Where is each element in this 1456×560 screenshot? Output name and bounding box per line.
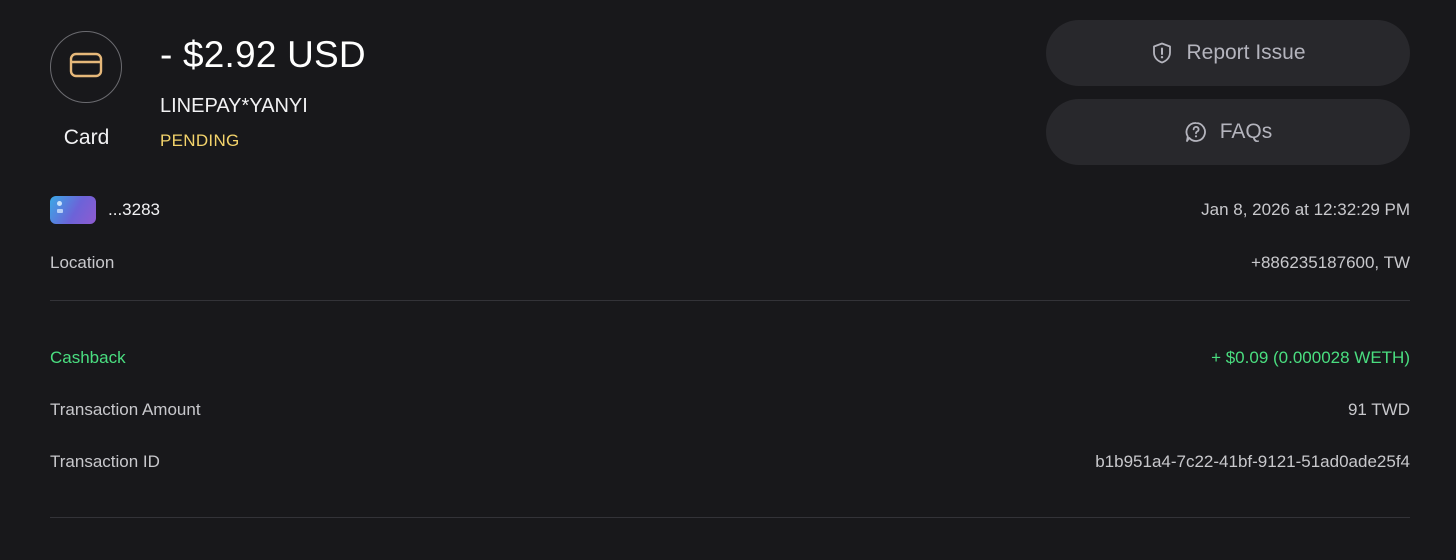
help-chat-icon — [1184, 120, 1208, 144]
cashback-value: + $0.09 (0.000028 WETH) — [1211, 348, 1410, 367]
transaction-type-avatar — [50, 31, 122, 103]
merchant-name: LINEPAY*YANYI — [160, 95, 308, 117]
transaction-id-value: b1b951a4-7c22-41bf-9121-51ad0ade25f4 — [1095, 452, 1410, 471]
transaction-amount: - $2.92 USD — [160, 34, 366, 75]
card-last4: ...3283 — [108, 200, 160, 219]
transaction-amount-row: Transaction Amount 91 TWD — [50, 397, 1410, 423]
cashback-row: Cashback + $0.09 (0.000028 WETH) — [50, 345, 1410, 371]
status-badge: PENDING — [160, 131, 240, 150]
credit-card-icon — [69, 52, 103, 83]
cashback-label: Cashback — [50, 348, 126, 367]
transaction-amount-label: Transaction Amount — [50, 400, 201, 419]
report-issue-label: Report Issue — [1186, 41, 1306, 64]
transaction-type-label: Card — [63, 126, 110, 149]
card-info: ...3283 — [50, 196, 160, 224]
card-thumbnail — [50, 196, 96, 224]
location-label: Location — [50, 253, 115, 272]
faqs-button[interactable]: FAQs — [1046, 99, 1410, 165]
transaction-datetime: Jan 8, 2026 at 12:32:29 PM — [1201, 200, 1410, 219]
card-chip — [57, 209, 63, 213]
card-logo-dot — [57, 201, 62, 206]
faqs-label: FAQs — [1219, 120, 1273, 143]
transaction-id-label: Transaction ID — [50, 452, 160, 471]
transaction-id-row: Transaction ID b1b951a4-7c22-41bf-9121-5… — [50, 449, 1410, 475]
divider — [50, 300, 1410, 301]
location-row: Location +886235187600, TW — [50, 250, 1410, 276]
location-value: +886235187600, TW — [1251, 253, 1410, 272]
transaction-amount-value: 91 TWD — [1347, 400, 1410, 419]
divider — [50, 517, 1410, 518]
shield-alert-icon — [1150, 41, 1174, 65]
card-info-row: ...3283 Jan 8, 2026 at 12:32:29 PM — [50, 196, 1410, 224]
report-issue-button[interactable]: Report Issue — [1046, 20, 1410, 86]
